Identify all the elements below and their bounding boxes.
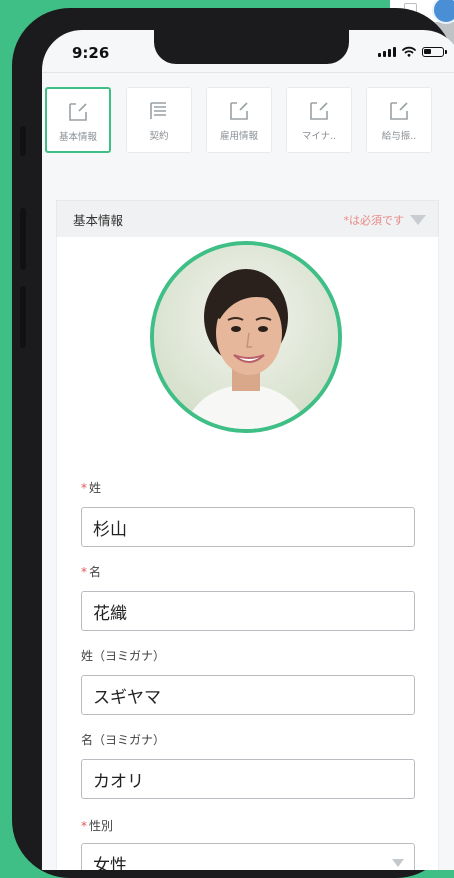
profile-photo-image	[154, 245, 338, 429]
tab-contract[interactable]: 契約	[126, 87, 192, 153]
signal-icon	[378, 46, 396, 57]
document-lines-icon	[150, 102, 166, 119]
last-name-kana-input[interactable]	[81, 675, 415, 715]
section-title: 基本情報	[73, 212, 124, 228]
section-body: *姓 *名 姓（ヨミガナ） 名（ヨミガナ） *性別 女性	[56, 237, 439, 870]
first-name-kana-label: 名（ヨミガナ）	[81, 733, 166, 747]
required-note: *は必須です	[343, 214, 405, 227]
edit-note-icon	[310, 102, 328, 120]
edit-note-icon	[69, 103, 87, 121]
profile-photo[interactable]	[150, 241, 342, 433]
tab-label: 契約	[149, 131, 169, 142]
volume-up-button	[20, 208, 26, 270]
last-name-label: * 姓	[81, 481, 102, 495]
mute-switch	[20, 126, 26, 156]
first-name-label: * 名	[81, 565, 102, 579]
gender-value: 女性	[93, 855, 127, 871]
notch	[154, 30, 349, 64]
gender-select[interactable]: 女性	[81, 843, 415, 870]
required-star: *	[81, 565, 87, 579]
gender-label: * 性別	[81, 819, 114, 833]
chevron-down-icon	[392, 859, 404, 867]
tab-salary-transfer[interactable]: 給与振..	[366, 87, 432, 153]
phone-frame: 9:26 基本情報 契約 雇用情報 マイナ.. 給与振.. 基本情報 *は必須で…	[12, 8, 454, 878]
edit-note-icon	[390, 102, 408, 120]
battery-icon	[422, 46, 447, 57]
first-name-kana-input[interactable]	[81, 759, 415, 799]
required-star: *	[81, 819, 87, 833]
tab-strip: 基本情報 契約 雇用情報 マイナ.. 給与振..	[42, 72, 454, 185]
phone-screen: 9:26 基本情報 契約 雇用情報 マイナ.. 給与振.. 基本情報 *は必須で…	[42, 30, 454, 870]
wifi-icon	[402, 46, 416, 57]
status-time: 9:26	[72, 44, 110, 62]
last-name-input[interactable]	[81, 507, 415, 547]
tab-label: マイナ..	[301, 131, 337, 142]
status-icons	[378, 46, 447, 57]
tab-label: 給与振..	[381, 131, 417, 142]
tab-employment-info[interactable]: 雇用情報	[206, 87, 272, 153]
tab-label: 基本情報	[58, 132, 97, 143]
edit-note-icon	[230, 102, 248, 120]
last-name-kana-label: 姓（ヨミガナ）	[81, 649, 166, 663]
collapse-arrow-icon[interactable]	[410, 215, 426, 225]
first-name-input[interactable]	[81, 591, 415, 631]
tab-basic-info[interactable]: 基本情報	[45, 87, 111, 153]
section-header[interactable]: 基本情報 *は必須です	[56, 200, 439, 238]
required-star: *	[81, 481, 87, 495]
tab-label: 雇用情報	[219, 131, 258, 142]
volume-down-button	[20, 286, 26, 348]
tab-my-number[interactable]: マイナ..	[286, 87, 352, 153]
